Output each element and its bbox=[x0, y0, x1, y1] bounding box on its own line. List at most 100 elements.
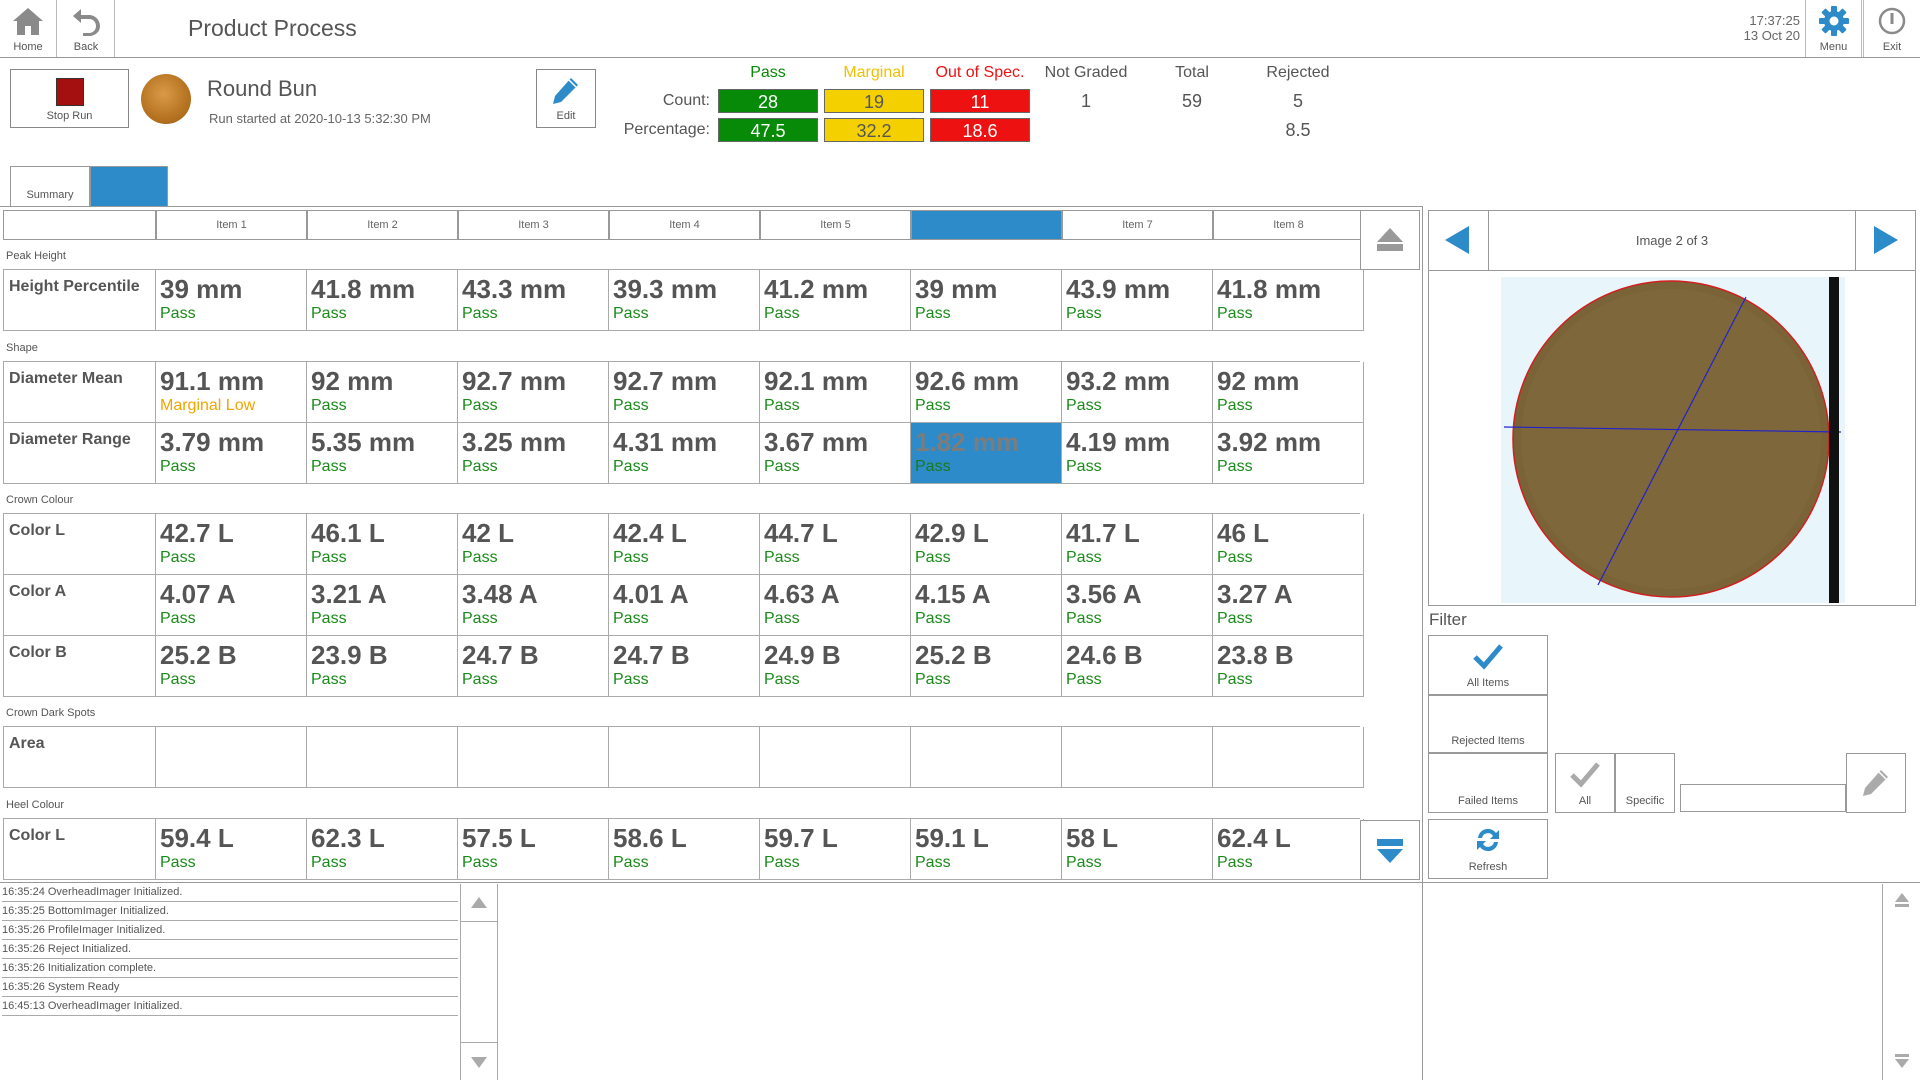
measurement-cell[interactable]: 41.8 mm Pass bbox=[307, 270, 458, 331]
measurement-value: 59.1 L bbox=[915, 823, 989, 853]
prev-image-button[interactable] bbox=[1429, 211, 1489, 271]
measurement-cell[interactable]: 59.1 L Pass bbox=[911, 819, 1062, 880]
measurement-cell[interactable] bbox=[458, 727, 609, 788]
tab-items[interactable]: Items bbox=[90, 166, 168, 206]
item-column-header[interactable]: Item 2 bbox=[307, 210, 458, 240]
measurement-cell[interactable]: 92.1 mm Pass bbox=[760, 362, 911, 423]
filter-specific-button[interactable]: Specific bbox=[1615, 753, 1675, 813]
measurement-cell[interactable]: 43.3 mm Pass bbox=[458, 270, 609, 331]
measurement-cell[interactable]: 3.25 mm Pass bbox=[458, 423, 609, 484]
measurement-cell[interactable]: 41.2 mm Pass bbox=[760, 270, 911, 331]
item-column-header[interactable]: Item 5 bbox=[760, 210, 911, 240]
measurement-cell[interactable]: 62.4 L Pass bbox=[1213, 819, 1364, 880]
item-column-header[interactable]: Item 8 bbox=[1213, 210, 1364, 240]
log-scrollbar[interactable] bbox=[460, 884, 498, 1080]
next-image-button[interactable] bbox=[1855, 211, 1915, 271]
measurement-cell[interactable]: 46 L Pass bbox=[1213, 514, 1364, 575]
right-scrollbar[interactable] bbox=[1882, 884, 1920, 1080]
filter-failed-items-button[interactable]: Failed Items bbox=[1428, 753, 1548, 813]
measurement-cell[interactable]: 42.9 L Pass bbox=[911, 514, 1062, 575]
log-scroll-down-button[interactable] bbox=[461, 1042, 498, 1080]
measurement-cell[interactable]: 62.3 L Pass bbox=[307, 819, 458, 880]
measurement-cell[interactable] bbox=[1062, 727, 1213, 788]
measurement-cell[interactable]: 25.2 B Pass bbox=[911, 636, 1062, 697]
stop-run-button[interactable]: Stop Run bbox=[10, 69, 129, 128]
item-column-header[interactable]: Item 6 bbox=[911, 210, 1062, 240]
measurement-cell[interactable]: 92.6 mm Pass bbox=[911, 362, 1062, 423]
measurement-cell[interactable]: 3.56 A Pass bbox=[1062, 575, 1213, 636]
home-button[interactable]: Home bbox=[0, 0, 57, 57]
right-scroll-bottom-button[interactable] bbox=[1883, 1044, 1920, 1080]
edit-specific-button[interactable] bbox=[1846, 753, 1906, 813]
measurement-cell[interactable]: 39.3 mm Pass bbox=[609, 270, 760, 331]
measurement-cell[interactable]: 25.2 B Pass bbox=[156, 636, 307, 697]
measurement-cell[interactable]: 24.6 B Pass bbox=[1062, 636, 1213, 697]
measurement-cell[interactable]: 44.7 L Pass bbox=[760, 514, 911, 575]
measurement-cell[interactable]: 58 L Pass bbox=[1062, 819, 1213, 880]
measurement-cell[interactable]: 57.5 L Pass bbox=[458, 819, 609, 880]
filter-rejected-items-button[interactable]: Rejected Items bbox=[1428, 695, 1548, 753]
measurement-cell[interactable]: 4.15 A Pass bbox=[911, 575, 1062, 636]
measurement-cell[interactable]: 41.7 L Pass bbox=[1062, 514, 1213, 575]
measurement-cell[interactable]: 39 mm Pass bbox=[156, 270, 307, 331]
back-button[interactable]: Back bbox=[58, 0, 115, 57]
measurement-cell[interactable]: 42.4 L Pass bbox=[609, 514, 760, 575]
measurement-cell[interactable]: 3.21 A Pass bbox=[307, 575, 458, 636]
measurement-cell[interactable]: 3.27 A Pass bbox=[1213, 575, 1364, 636]
measurement-cell[interactable] bbox=[156, 727, 307, 788]
measurement-cell[interactable] bbox=[760, 727, 911, 788]
measurement-cell[interactable]: 3.67 mm Pass bbox=[760, 423, 911, 484]
filter-all-button[interactable]: All bbox=[1555, 753, 1615, 813]
item-column-header[interactable]: Item 3 bbox=[458, 210, 609, 240]
exit-button[interactable]: Exit bbox=[1863, 0, 1920, 57]
measurement-cell[interactable]: 24.7 B Pass bbox=[458, 636, 609, 697]
measurement-cell[interactable]: 4.63 A Pass bbox=[760, 575, 911, 636]
measurement-cell[interactable]: 59.7 L Pass bbox=[760, 819, 911, 880]
filter-all-items-button[interactable]: All Items bbox=[1428, 635, 1548, 695]
measurement-cell[interactable]: 42 L Pass bbox=[458, 514, 609, 575]
item-column-header[interactable]: Item 1 bbox=[156, 210, 307, 240]
tab-summary[interactable]: Summary bbox=[10, 166, 90, 206]
item-column-header[interactable]: Item 7 bbox=[1062, 210, 1213, 240]
measurement-cell[interactable]: 24.9 B Pass bbox=[760, 636, 911, 697]
measurement-cell[interactable]: 92 mm Pass bbox=[1213, 362, 1364, 423]
measurement-cell[interactable]: 3.79 mm Pass bbox=[156, 423, 307, 484]
measurement-cell[interactable]: 41.8 mm Pass bbox=[1213, 270, 1364, 331]
measurement-cell[interactable]: 58.6 L Pass bbox=[609, 819, 760, 880]
specific-input[interactable] bbox=[1680, 784, 1846, 812]
measurement-cell[interactable]: 39 mm Pass bbox=[911, 270, 1062, 331]
measurement-cell[interactable]: 24.7 B Pass bbox=[609, 636, 760, 697]
measurement-cell[interactable]: 5.35 mm Pass bbox=[307, 423, 458, 484]
measurement-cell[interactable]: 4.19 mm Pass bbox=[1062, 423, 1213, 484]
measurement-cell[interactable]: 3.48 A Pass bbox=[458, 575, 609, 636]
refresh-button[interactable]: Refresh bbox=[1428, 819, 1548, 879]
item-column-header[interactable]: Item 4 bbox=[609, 210, 760, 240]
measurement-cell[interactable]: 92 mm Pass bbox=[307, 362, 458, 423]
measurement-cell[interactable]: 59.4 L Pass bbox=[156, 819, 307, 880]
measurement-cell[interactable]: 92.7 mm Pass bbox=[458, 362, 609, 423]
measurement-cell[interactable]: 3.92 mm Pass bbox=[1213, 423, 1364, 484]
measurement-cell[interactable]: 42.7 L Pass bbox=[156, 514, 307, 575]
measurement-cell[interactable] bbox=[307, 727, 458, 788]
edit-button[interactable]: Edit bbox=[536, 69, 596, 128]
menu-button[interactable]: Menu bbox=[1805, 0, 1862, 57]
measurement-cell[interactable]: 4.31 mm Pass bbox=[609, 423, 760, 484]
measurement-cell[interactable] bbox=[911, 727, 1062, 788]
grid-scroll-up-button[interactable] bbox=[1360, 210, 1420, 270]
measurement-cell[interactable]: 43.9 mm Pass bbox=[1062, 270, 1213, 331]
measurement-cell[interactable]: 4.01 A Pass bbox=[609, 575, 760, 636]
measurement-cell[interactable] bbox=[1213, 727, 1364, 788]
measurement-cell[interactable]: 93.2 mm Pass bbox=[1062, 362, 1213, 423]
grid-scroll-down-button[interactable] bbox=[1360, 820, 1420, 880]
measurement-cell[interactable]: 1.82 mm Pass bbox=[911, 423, 1062, 484]
measurement-cell[interactable]: 23.9 B Pass bbox=[307, 636, 458, 697]
measurement-cell[interactable]: 92.7 mm Pass bbox=[609, 362, 760, 423]
measurement-cell[interactable]: 4.07 A Pass bbox=[156, 575, 307, 636]
refresh-label: Refresh bbox=[1468, 861, 1508, 873]
measurement-cell[interactable]: 46.1 L Pass bbox=[307, 514, 458, 575]
measurement-cell[interactable] bbox=[609, 727, 760, 788]
right-scroll-top-button[interactable] bbox=[1883, 884, 1920, 918]
log-scroll-up-button[interactable] bbox=[461, 884, 498, 922]
measurement-cell[interactable]: 23.8 B Pass bbox=[1213, 636, 1364, 697]
measurement-cell[interactable]: 91.1 mm Marginal Low bbox=[156, 362, 307, 423]
